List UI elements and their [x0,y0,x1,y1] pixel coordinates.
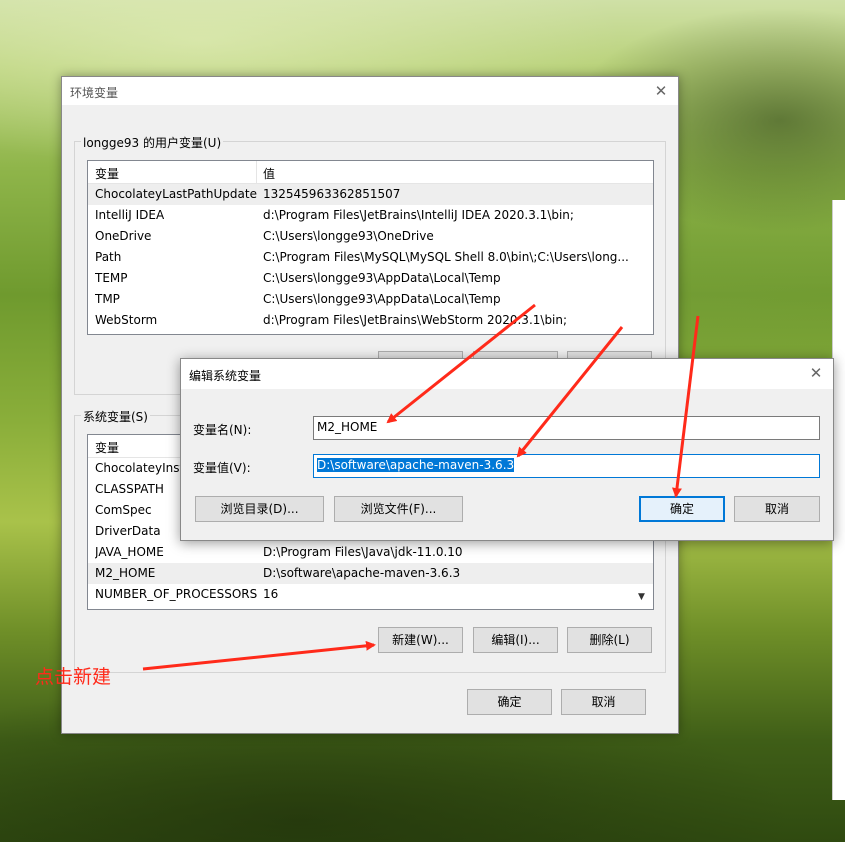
arrow-to-new-button [142,640,376,671]
annotation-arrows [142,303,700,671]
arrow-to-variable-name [386,303,536,424]
arrow-to-ok-button [672,315,700,498]
annotation-click-new: 点击新建 [35,666,112,688]
arrow-to-variable-value [516,326,624,458]
